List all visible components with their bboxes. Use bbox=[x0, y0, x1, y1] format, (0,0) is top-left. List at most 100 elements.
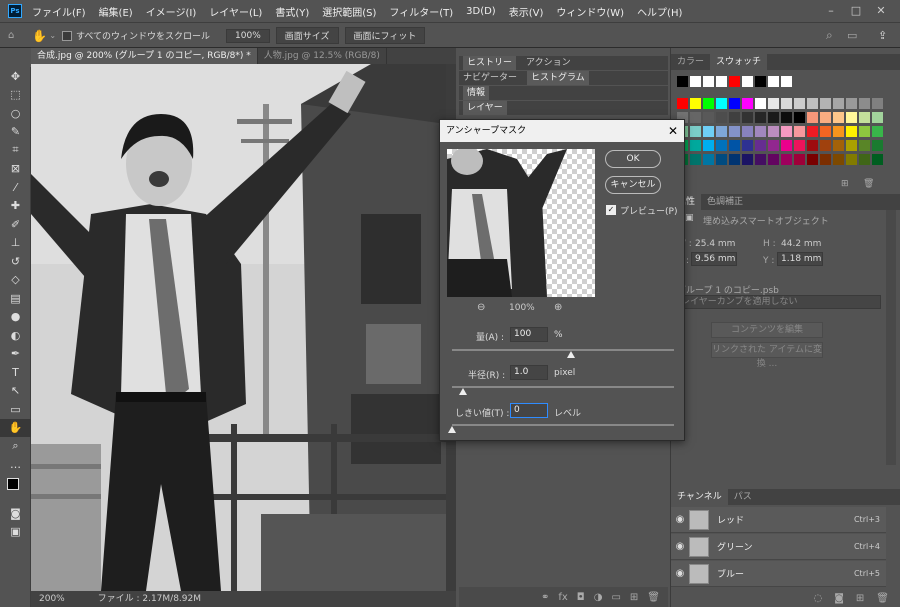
zoom-100-button[interactable]: 100% bbox=[226, 28, 270, 43]
delete-swatch-icon[interactable]: 🗑 bbox=[863, 179, 874, 189]
foreground-color[interactable] bbox=[7, 478, 19, 490]
document-canvas[interactable] bbox=[31, 64, 446, 591]
tab-paths[interactable]: パス bbox=[728, 489, 758, 505]
color-swatch[interactable] bbox=[729, 98, 740, 109]
screen-mode-icon[interactable]: ▣ bbox=[0, 523, 31, 542]
menu-image[interactable]: イメージ(I) bbox=[146, 4, 197, 19]
hand-tool-icon[interactable]: ✋ bbox=[0, 418, 31, 437]
link-icon[interactable]: ⚭ bbox=[541, 592, 549, 603]
menu-window[interactable]: ウィンドウ(W) bbox=[556, 4, 624, 19]
color-swatch[interactable] bbox=[742, 98, 753, 109]
color-swatch[interactable] bbox=[677, 98, 688, 109]
tab-history[interactable]: ヒストリー bbox=[463, 56, 517, 70]
close-window-icon[interactable]: ✕ bbox=[872, 3, 890, 19]
new-layer-icon[interactable]: ⊞ bbox=[630, 592, 638, 603]
color-swatch[interactable] bbox=[833, 98, 844, 109]
color-swatch[interactable] bbox=[781, 140, 792, 151]
color-swatch[interactable] bbox=[846, 140, 857, 151]
edit-contents-button[interactable]: コンテンツを編集 bbox=[711, 322, 823, 338]
color-swatch[interactable] bbox=[768, 98, 779, 109]
color-swatch[interactable] bbox=[716, 112, 727, 123]
visibility-eye-icon[interactable]: ◉ bbox=[671, 541, 689, 552]
color-swatch[interactable] bbox=[729, 126, 740, 137]
quick-select-tool-icon[interactable]: ✎ bbox=[0, 123, 31, 142]
color-swatch[interactable] bbox=[820, 140, 831, 151]
load-selection-icon[interactable]: ◌ bbox=[813, 593, 822, 604]
radius-slider[interactable] bbox=[452, 386, 674, 388]
color-swatch[interactable] bbox=[846, 98, 857, 109]
color-swatches[interactable] bbox=[0, 474, 31, 504]
color-swatch[interactable] bbox=[742, 140, 753, 151]
color-swatch[interactable] bbox=[768, 112, 779, 123]
zoom-tool-icon[interactable]: ⌕ bbox=[0, 437, 31, 456]
color-swatch[interactable] bbox=[768, 140, 779, 151]
zoom-in-icon[interactable]: ⊕ bbox=[554, 302, 562, 313]
color-swatch[interactable] bbox=[755, 140, 766, 151]
dodge-tool-icon[interactable]: ◐ bbox=[0, 326, 31, 345]
tab-color[interactable]: カラー bbox=[671, 54, 710, 70]
adjustment-icon[interactable]: ◑ bbox=[594, 592, 603, 603]
radius-slider-thumb[interactable] bbox=[459, 388, 467, 395]
history-brush-tool-icon[interactable]: ↺ bbox=[0, 252, 31, 271]
brush-tool-icon[interactable]: ✐ bbox=[0, 215, 31, 234]
color-swatch[interactable] bbox=[729, 112, 740, 123]
color-swatch[interactable] bbox=[755, 126, 766, 137]
color-swatch[interactable] bbox=[703, 154, 714, 165]
color-swatch[interactable] bbox=[781, 154, 792, 165]
color-swatch[interactable] bbox=[794, 154, 805, 165]
crop-tool-icon[interactable]: ⌗ bbox=[0, 141, 31, 160]
tab-actions[interactable]: アクション bbox=[526, 56, 571, 70]
threshold-slider[interactable] bbox=[452, 424, 674, 426]
color-swatch[interactable] bbox=[703, 126, 714, 137]
color-swatch[interactable] bbox=[677, 76, 688, 87]
color-swatch[interactable] bbox=[820, 98, 831, 109]
menu-type[interactable]: 書式(Y) bbox=[275, 4, 309, 19]
color-swatch[interactable] bbox=[742, 154, 753, 165]
maximize-icon[interactable]: □ bbox=[847, 3, 865, 19]
visibility-eye-icon[interactable]: ◉ bbox=[671, 514, 689, 525]
color-swatch[interactable] bbox=[768, 154, 779, 165]
color-swatch[interactable] bbox=[781, 126, 792, 137]
new-swatch-icon[interactable]: ⊞ bbox=[841, 179, 849, 189]
share-icon[interactable]: ⇪ bbox=[878, 29, 887, 42]
color-swatch[interactable] bbox=[833, 154, 844, 165]
ok-button[interactable]: OK bbox=[605, 150, 661, 168]
blur-tool-icon[interactable]: ● bbox=[0, 308, 31, 327]
color-swatch[interactable] bbox=[820, 112, 831, 123]
color-swatch[interactable] bbox=[781, 98, 792, 109]
color-swatch[interactable] bbox=[755, 76, 766, 87]
chevron-down-icon[interactable]: ⌄ bbox=[49, 31, 56, 40]
color-swatch[interactable] bbox=[716, 140, 727, 151]
tab-swatches[interactable]: スウォッチ bbox=[710, 54, 768, 70]
color-swatch[interactable] bbox=[690, 98, 701, 109]
color-swatch[interactable] bbox=[729, 140, 740, 151]
eyedropper-tool-icon[interactable]: ⁄ bbox=[0, 178, 31, 197]
more-tools-icon[interactable]: … bbox=[0, 456, 31, 475]
tab-histogram[interactable]: ヒストグラム bbox=[527, 71, 589, 85]
path-select-tool-icon[interactable]: ↖ bbox=[0, 382, 31, 401]
folder-icon[interactable]: ▭ bbox=[611, 592, 620, 603]
color-swatch[interactable] bbox=[872, 154, 883, 165]
color-swatch[interactable] bbox=[716, 76, 727, 87]
color-swatch[interactable] bbox=[807, 154, 818, 165]
shape-tool-icon[interactable]: ▭ bbox=[0, 400, 31, 419]
color-swatch[interactable] bbox=[833, 140, 844, 151]
color-swatch[interactable] bbox=[872, 112, 883, 123]
color-swatch[interactable] bbox=[794, 140, 805, 151]
minimize-icon[interactable]: – bbox=[822, 3, 840, 19]
color-swatch[interactable] bbox=[859, 154, 870, 165]
color-swatch[interactable] bbox=[690, 112, 701, 123]
color-swatch[interactable] bbox=[807, 98, 818, 109]
eraser-tool-icon[interactable]: ◇ bbox=[0, 271, 31, 290]
menu-select[interactable]: 選択範囲(S) bbox=[322, 4, 376, 19]
color-swatch[interactable] bbox=[872, 126, 883, 137]
preview-area[interactable] bbox=[447, 149, 595, 297]
menu-file[interactable]: ファイル(F) bbox=[32, 4, 86, 19]
preview-checkbox[interactable]: ✓ bbox=[606, 205, 616, 215]
color-swatch[interactable] bbox=[794, 98, 805, 109]
delete-channel-icon[interactable]: 🗑 bbox=[876, 593, 889, 604]
tab-navigator[interactable]: ナビゲーター bbox=[463, 71, 517, 85]
color-swatch[interactable] bbox=[781, 76, 792, 87]
threshold-slider-thumb[interactable] bbox=[448, 426, 456, 433]
color-swatch[interactable] bbox=[781, 112, 792, 123]
